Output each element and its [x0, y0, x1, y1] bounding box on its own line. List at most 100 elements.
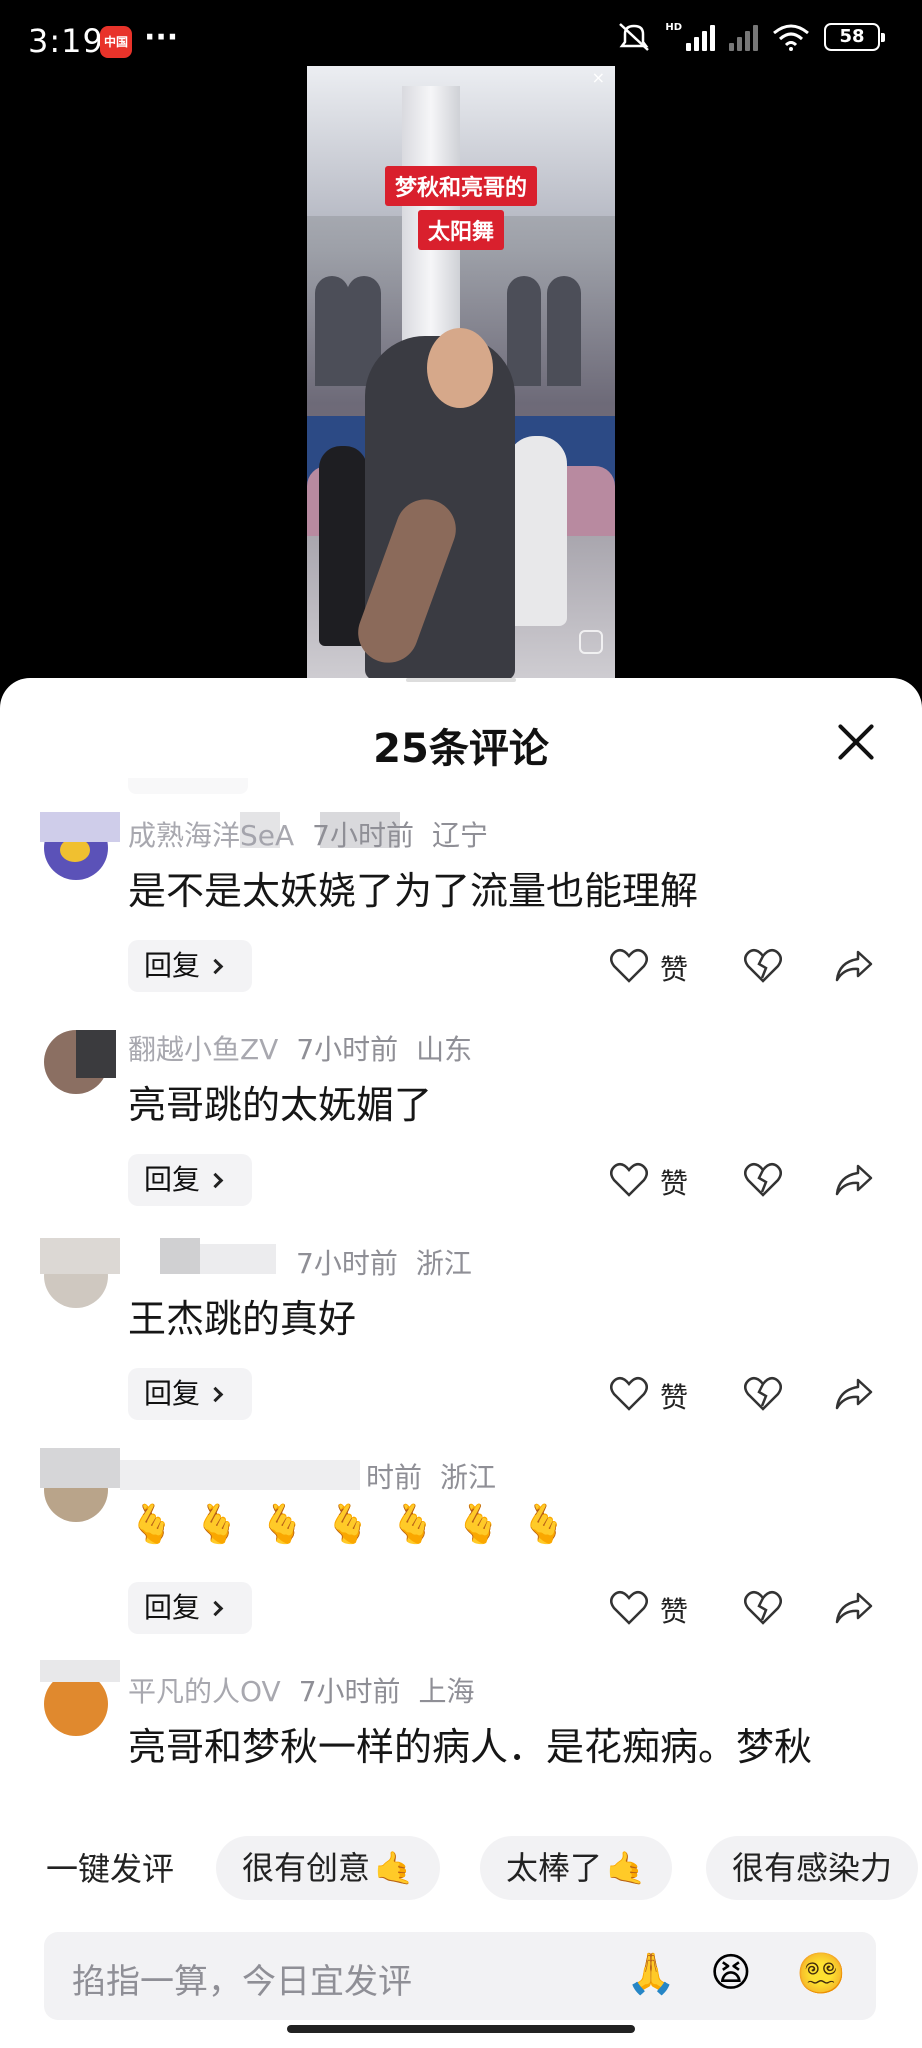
comment-author[interactable]: 平凡的人OV: [128, 1675, 281, 1708]
comment-meta: 时前 浙江: [128, 1456, 496, 1496]
finger-heart-emoji: 🫰: [519, 1502, 568, 1546]
comment-time: 7小时前: [296, 1033, 399, 1066]
comment-item: 时前 浙江 🫰 🫰 🫰 🫰 🫰 🫰 🫰 回复 赞: [0, 1440, 922, 1654]
status-icons: HD 58: [617, 21, 885, 52]
blur-mask: [40, 1238, 120, 1274]
mute-icon: [619, 23, 650, 51]
blur-mask: [40, 1660, 120, 1682]
clock: 3:19: [28, 22, 104, 60]
finger-heart-emoji: 🫰: [128, 1502, 176, 1546]
reply-button[interactable]: 回复: [128, 1368, 252, 1420]
broken-heart-icon[interactable]: [744, 1590, 782, 1626]
finger-heart-emoji: 🫰: [323, 1502, 372, 1546]
comment-input-placeholder: 掐指一算，今日宜发评: [72, 1962, 412, 2002]
finger-heart-emoji: 🫰: [389, 1502, 437, 1546]
chevron-right-icon: [207, 1172, 224, 1189]
share-icon[interactable]: [834, 1590, 874, 1626]
video-scene-window: [507, 276, 541, 386]
tired-face-emoji-button[interactable]: 😫: [710, 1950, 752, 1996]
signal-2-icon: [729, 23, 758, 51]
comment-author[interactable]: 翻越小鱼ZV: [128, 1033, 278, 1066]
quick-comment-label: 一键发评: [46, 1850, 175, 1888]
reply-button[interactable]: 回复: [128, 1154, 252, 1206]
share-icon[interactable]: [834, 1376, 874, 1412]
broken-heart-icon[interactable]: [744, 1376, 782, 1412]
chevron-right-icon: [207, 958, 224, 975]
comment-input[interactable]: 掐指一算，今日宜发评 🙏 😫 😵‍💫: [44, 1932, 876, 2020]
broken-heart-icon[interactable]: [744, 1162, 782, 1198]
quick-comment-bar: 一键发评 很有创意 🤙 太棒了 🤙 很有感染力: [0, 1822, 922, 1914]
hd-icon: HD: [665, 21, 682, 33]
comment-sheet: 25条评论 成熟海洋SeA 7小时前 辽宁 是不是太妖娆了为了流量也能理解 回复 赞: [0, 678, 922, 2048]
heart-icon[interactable]: [610, 1590, 648, 1626]
signal-icon: [686, 23, 715, 51]
finger-heart-emoji: 🫰: [193, 1502, 241, 1546]
quick-comment-chip[interactable]: 很有创意 🤙: [216, 1836, 440, 1900]
comment-meta: 平凡的人OV 7小时前 上海: [128, 1670, 475, 1710]
like-label[interactable]: 赞: [660, 1162, 688, 1202]
video-caption-line1: 梦秋和亮哥的: [307, 166, 615, 206]
chevron-right-icon: [207, 1386, 224, 1403]
comment-item: 成熟海洋SeA 7小时前 辽宁 是不是太妖娆了为了流量也能理解 回复 赞: [0, 798, 922, 1012]
comment-author[interactable]: 成熟海洋SeA: [128, 819, 294, 852]
like-label[interactable]: 赞: [660, 1590, 688, 1630]
comment-meta: 翻越小鱼ZV 7小时前 山东: [128, 1028, 472, 1068]
video-player[interactable]: 梦秋和亮哥的 太阳舞 ×: [307, 66, 615, 680]
home-indicator[interactable]: [287, 2025, 635, 2033]
reply-button[interactable]: 回复: [128, 1582, 252, 1634]
previous-reply-button[interactable]: [128, 778, 248, 794]
comment-count-title: 25条评论: [373, 726, 549, 772]
quick-comment-chip[interactable]: 太棒了 🤙: [480, 1836, 672, 1900]
comment-text: 是不是太妖娆了为了流量也能理解: [128, 869, 699, 913]
comment-meta: 成熟海洋SeA 7小时前 辽宁: [128, 814, 488, 854]
close-icon[interactable]: [836, 722, 876, 762]
reply-button[interactable]: 回复: [128, 940, 252, 992]
video-dancer-head: [427, 328, 493, 408]
finger-heart-emoji: 🫰: [258, 1502, 306, 1546]
wifi-icon: [773, 24, 809, 51]
comment-list[interactable]: 成熟海洋SeA 7小时前 辽宁 是不是太妖娆了为了流量也能理解 回复 赞 翻越小鱼Z…: [0, 778, 922, 1822]
comment-region: 辽宁: [431, 819, 488, 852]
comment-item: 7小时前 浙江 王杰跳的真好 回复 赞: [0, 1226, 922, 1440]
comment-time: 7小时前: [312, 819, 414, 852]
comment-text: 亮哥跳的太妩媚了: [128, 1083, 433, 1127]
video-close-icon[interactable]: ×: [592, 68, 605, 87]
comment-time: 7小时前: [298, 1675, 401, 1708]
blur-mask: [40, 1448, 120, 1488]
heart-icon[interactable]: [610, 1162, 648, 1198]
broken-heart-icon[interactable]: [744, 948, 782, 984]
comment-region: 浙江: [440, 1461, 497, 1494]
video-dancer-right: [507, 436, 567, 626]
comment-emoji-row: 🫰 🫰 🫰 🫰 🫰 🫰 🫰: [128, 1502, 567, 1547]
battery-icon: 58: [824, 23, 885, 51]
call-me-hand-emoji: 🤙: [606, 1849, 646, 1887]
video-scene-window: [547, 276, 581, 386]
app-notification-icon: 中国: [100, 26, 132, 58]
more-notifications-icon: ···: [144, 20, 179, 55]
comment-text: 王杰跳的真好: [128, 1297, 357, 1341]
sheet-handle[interactable]: [406, 678, 516, 682]
heart-icon[interactable]: [610, 1376, 648, 1412]
video-dancer-left: [319, 446, 367, 646]
comment-text: 亮哥和梦秋一样的病人．是花痴病。梦秋: [128, 1725, 813, 1769]
comment-time: 7小时前: [296, 1247, 398, 1280]
call-me-hand-emoji: 🤙: [374, 1849, 414, 1887]
share-icon[interactable]: [834, 1162, 874, 1198]
heart-icon[interactable]: [610, 948, 648, 984]
like-label[interactable]: 赞: [660, 1376, 688, 1416]
blur-mask: [76, 1030, 116, 1078]
video-fullscreen-icon[interactable]: [579, 630, 603, 654]
dizzy-face-emoji-button[interactable]: 😵‍💫: [796, 1950, 846, 1997]
quick-comment-chip[interactable]: 很有感染力: [706, 1836, 919, 1900]
pray-hands-emoji-button[interactable]: 🙏: [626, 1950, 676, 1997]
blur-mask: [40, 812, 120, 842]
comment-meta: 7小时前 浙江: [128, 1242, 472, 1282]
finger-heart-emoji: 🫰: [454, 1502, 502, 1546]
comment-region: 山东: [416, 1033, 473, 1066]
comment-region: 浙江: [415, 1247, 472, 1280]
share-icon[interactable]: [834, 948, 874, 984]
like-label[interactable]: 赞: [660, 948, 688, 988]
comment-item: 平凡的人OV 7小时前 上海 亮哥和梦秋一样的病人．是花痴病。梦秋: [0, 1654, 922, 1822]
video-scene-window: [315, 276, 349, 386]
comment-item: 翻越小鱼ZV 7小时前 山东 亮哥跳的太妩媚了 回复 赞: [0, 1012, 922, 1226]
